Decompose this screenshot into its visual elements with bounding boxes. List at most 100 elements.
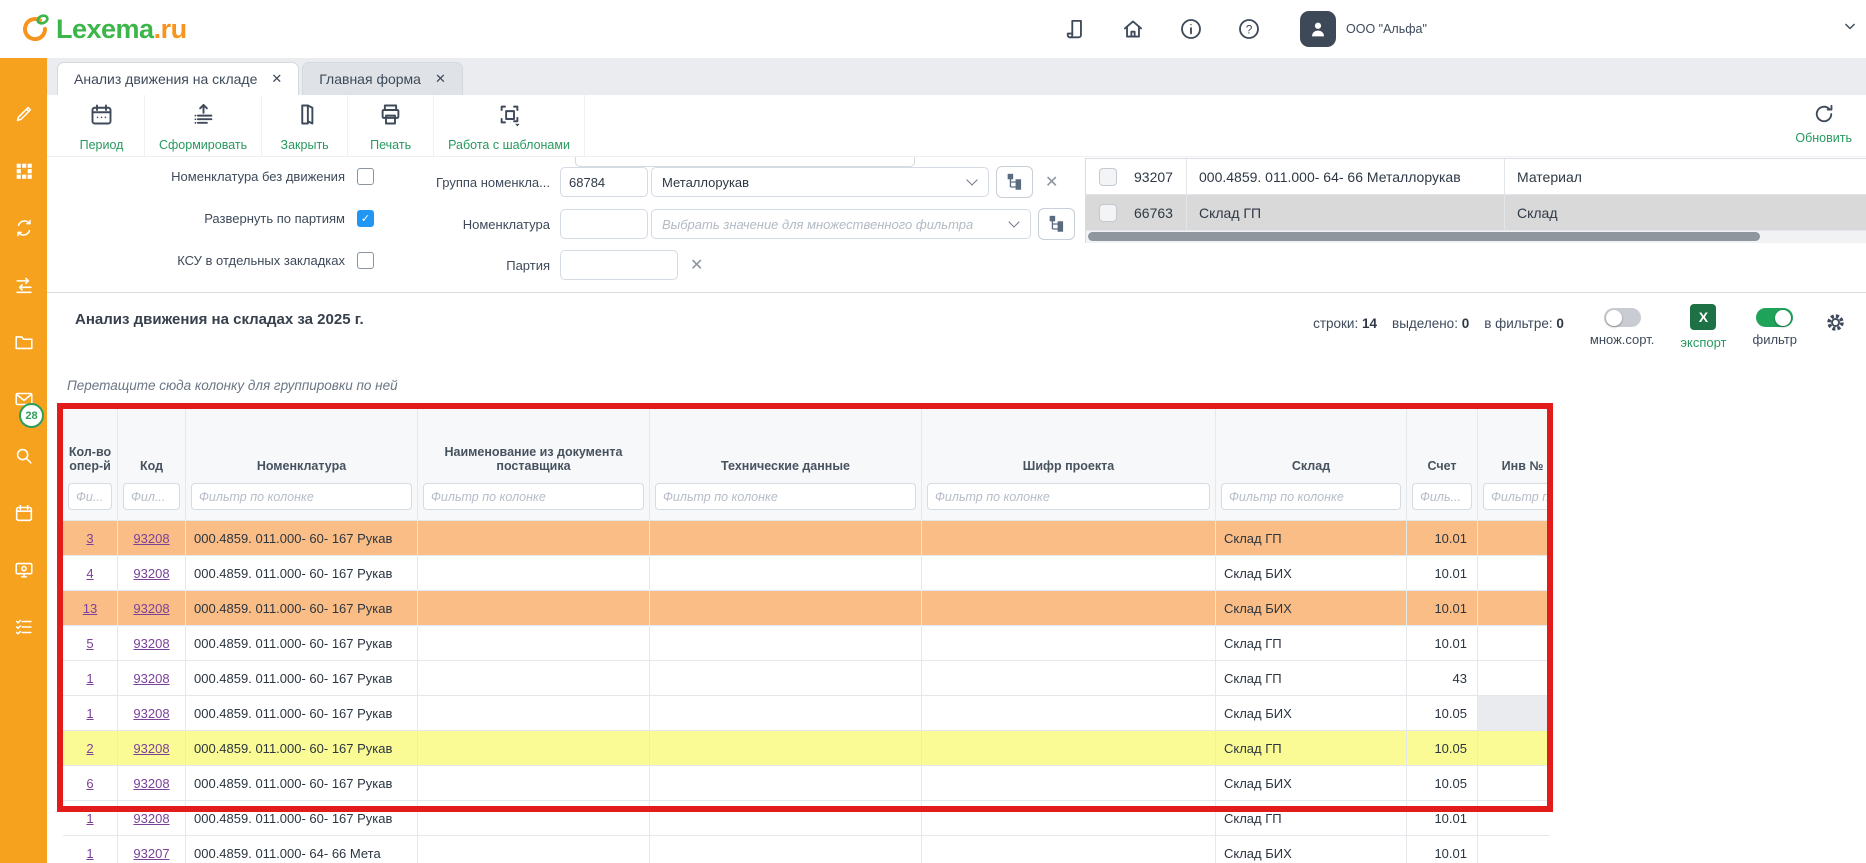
lookup-row[interactable]: 66763Склад ГПСклад [1086, 195, 1866, 231]
column-header[interactable]: Инв № [1478, 408, 1550, 483]
tab-warehouse-analysis[interactable]: Анализ движения на складе ✕ [57, 62, 299, 95]
table-row[interactable]: 1393208000.4859. 011.000- 60- 167 РукавС… [63, 591, 1550, 626]
column-filter-input[interactable] [423, 483, 644, 510]
nomenclature-combo[interactable]: Выбрать значение для множественного филь… [651, 209, 1031, 239]
group-drop-zone[interactable]: Перетащите сюда колонку для группировки … [47, 362, 1866, 408]
group-code-input[interactable] [560, 167, 648, 197]
column-filter-input[interactable] [1221, 483, 1401, 510]
operations-count-link[interactable]: 1 [86, 811, 93, 826]
operations-count-link[interactable]: 1 [86, 846, 93, 861]
info-icon[interactable] [1178, 16, 1204, 42]
generate-button[interactable]: Сформировать [145, 95, 262, 156]
column-filter-input[interactable] [1412, 483, 1472, 510]
table-row[interactable]: 193208000.4859. 011.000- 60- 167 РукавСк… [63, 696, 1550, 731]
settings-button[interactable] [1823, 310, 1848, 335]
toggle-on[interactable] [1756, 308, 1793, 327]
code-link[interactable]: 93208 [133, 671, 169, 686]
print-button[interactable]: Печать [348, 95, 434, 156]
calendar-icon[interactable] [13, 502, 35, 524]
code-link[interactable]: 93208 [133, 811, 169, 826]
operations-count-link[interactable]: 6 [86, 776, 93, 791]
edit-icon[interactable] [13, 103, 35, 125]
operations-count-link[interactable]: 5 [86, 636, 93, 651]
code-link[interactable]: 93208 [133, 601, 169, 616]
column-header[interactable]: Код [118, 408, 186, 483]
home-icon[interactable] [1120, 16, 1146, 42]
lexema-logo[interactable]: Lexema.ru [18, 12, 187, 46]
company-name[interactable]: ООО "Альфа" [1346, 22, 1427, 36]
operations-count-link[interactable]: 3 [86, 531, 93, 546]
nomenclature-code-input[interactable] [560, 209, 648, 239]
templates-button[interactable]: Работа с шаблонами [434, 95, 585, 156]
code-link[interactable]: 93208 [133, 776, 169, 791]
table-row[interactable]: 193208000.4859. 011.000- 60- 167 РукавСк… [63, 661, 1550, 696]
table-row[interactable]: 293208000.4859. 011.000- 60- 167 РукавСк… [63, 731, 1550, 766]
transfer-icon[interactable] [13, 274, 35, 296]
period-button[interactable]: Период [59, 95, 145, 156]
toggle-off[interactable] [1604, 308, 1641, 327]
table-row[interactable]: 493208000.4859. 011.000- 60- 167 РукавСк… [63, 556, 1550, 591]
code-link[interactable]: 93208 [133, 636, 169, 651]
table-row[interactable]: 593208000.4859. 011.000- 60- 167 РукавСк… [63, 626, 1550, 661]
batch-input[interactable] [560, 250, 678, 280]
code-link[interactable]: 93208 [133, 531, 169, 546]
code-link[interactable]: 93207 [133, 846, 169, 861]
code-link[interactable]: 93208 [133, 566, 169, 581]
column-filter-input[interactable] [68, 483, 112, 510]
group-name-combo[interactable]: Металлорукав [651, 167, 989, 197]
lookup-row[interactable]: 93207000.4859. 011.000- 64- 66 Металлору… [1086, 159, 1866, 195]
close-button[interactable]: Закрыть [262, 95, 348, 156]
table-cell-code: 93208 [118, 766, 186, 800]
table-row[interactable]: 393208000.4859. 011.000- 60- 167 РукавСк… [63, 521, 1550, 556]
row-checkbox[interactable] [1099, 168, 1117, 186]
help-icon[interactable]: ? [1236, 16, 1262, 42]
group-tree-button[interactable] [996, 166, 1033, 198]
column-header[interactable]: Счет [1407, 408, 1478, 483]
table-row[interactable]: 193208000.4859. 011.000- 60- 167 РукавСк… [63, 801, 1550, 836]
column-header[interactable]: Номенклатура [186, 408, 418, 483]
column-filter-input[interactable] [191, 483, 412, 510]
collapse-header-icon[interactable] [1840, 16, 1860, 36]
code-link[interactable]: 93208 [133, 706, 169, 721]
nomenclature-tree-button[interactable] [1038, 208, 1075, 240]
close-tab-icon[interactable]: ✕ [271, 71, 282, 87]
forms-icon[interactable] [1062, 16, 1088, 42]
operations-count-link[interactable]: 13 [83, 601, 97, 616]
refresh-button[interactable]: Обновить [1795, 101, 1852, 145]
folder-icon[interactable] [13, 331, 35, 353]
clear-group-icon[interactable]: ✕ [1045, 172, 1058, 192]
export-button[interactable]: X экспорт [1680, 302, 1726, 350]
table-row[interactable]: 193207000.4859. 011.000- 64- 66 МетаСкла… [63, 836, 1550, 863]
search-icon[interactable] [13, 445, 35, 467]
code-link[interactable]: 93208 [133, 741, 169, 756]
multisort-toggle[interactable]: множ.сорт. [1590, 302, 1654, 347]
filter-toggle[interactable]: фильтр [1753, 302, 1797, 347]
operations-count-link[interactable]: 1 [86, 671, 93, 686]
workstation-icon[interactable] [13, 559, 35, 581]
operations-count-link[interactable]: 4 [86, 566, 93, 581]
row-checkbox[interactable] [1099, 204, 1117, 222]
column-filter-input[interactable] [927, 483, 1210, 510]
column-header[interactable]: Технические данные [650, 408, 922, 483]
clear-batch-icon[interactable]: ✕ [690, 255, 703, 275]
column-header[interactable]: Наименование из документа поставщика [418, 408, 650, 483]
operations-count-link[interactable]: 1 [86, 706, 93, 721]
modules-icon[interactable] [13, 160, 35, 182]
operations-count-link[interactable]: 2 [86, 741, 93, 756]
tasks-icon[interactable] [13, 616, 35, 638]
mail-badge[interactable]: 28 [19, 403, 44, 428]
column-filter-input[interactable] [655, 483, 916, 510]
close-tab-icon[interactable]: ✕ [435, 71, 446, 87]
table-header-row: Кол-во опер-йКодНоменклатураНаименование… [63, 408, 1550, 483]
scrollbar-thumb[interactable] [1088, 232, 1760, 241]
tab-main-form[interactable]: Главная форма ✕ [302, 62, 463, 95]
lookup-hscrollbar[interactable] [1086, 231, 1866, 243]
column-header[interactable]: Шифр проекта [922, 408, 1216, 483]
user-avatar[interactable] [1300, 11, 1336, 47]
table-row[interactable]: 693208000.4859. 011.000- 60- 167 РукавСк… [63, 766, 1550, 801]
column-header[interactable]: Склад [1216, 408, 1407, 483]
column-header[interactable]: Кол-во опер-й [63, 408, 118, 483]
column-filter-input[interactable] [123, 483, 180, 510]
sync-icon[interactable] [13, 217, 35, 239]
column-filter-input[interactable] [1483, 483, 1550, 510]
